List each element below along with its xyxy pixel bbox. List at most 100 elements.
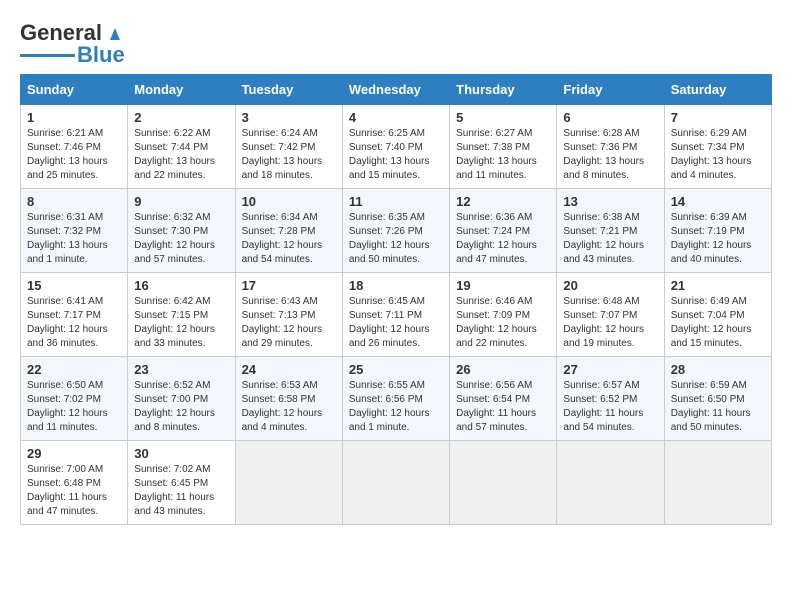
calendar-day-4: 4 Sunrise: 6:25 AM Sunset: 7:40 PM Daylig…: [342, 105, 449, 189]
calendar-day-24: 24Sunrise: 6:53 AM Sunset: 6:58 PM Dayli…: [235, 357, 342, 441]
day-info: Sunrise: 6:35 AM Sunset: 7:26 PM Dayligh…: [349, 211, 443, 267]
day-number: 27: [563, 362, 657, 377]
day-info: Sunrise: 6:57 AM Sunset: 6:52 PM Dayligh…: [563, 379, 657, 435]
logo-blue: Blue: [77, 42, 125, 68]
day-info: Sunrise: 6:27 AM Sunset: 7:38 PM Dayligh…: [456, 127, 550, 183]
day-number: 4: [349, 110, 443, 125]
weekday-header-wednesday: Wednesday: [342, 75, 449, 105]
day-number: 16: [134, 278, 228, 293]
day-info: Sunrise: 6:48 AM Sunset: 7:07 PM Dayligh…: [563, 295, 657, 351]
calendar-day-empty: [450, 441, 557, 525]
calendar-day-28: 28 Sunrise: 6:59 AM Sunset: 6:50 PM Dayli…: [664, 357, 771, 441]
day-info: Sunrise: 6:43 AM Sunset: 7:13 PM Dayligh…: [242, 295, 336, 351]
day-number: 26: [456, 362, 550, 377]
day-info: Sunrise: 7:00 AM Sunset: 6:48 PM Dayligh…: [27, 463, 121, 519]
calendar-day-21: 21 Sunrise: 6:49 AM Sunset: 7:04 PM Dayli…: [664, 273, 771, 357]
calendar-day-17: 17 Sunrise: 6:43 AM Sunset: 7:13 PM Dayli…: [235, 273, 342, 357]
day-number: 21: [671, 278, 765, 293]
calendar-day-19: 19 Sunrise: 6:46 AM Sunset: 7:09 PM Dayli…: [450, 273, 557, 357]
day-number: 22: [27, 362, 121, 377]
day-info: Sunrise: 6:53 AM Sunset: 6:58 PM Dayligh…: [242, 379, 336, 435]
day-number: 19: [456, 278, 550, 293]
calendar-day-empty: [235, 441, 342, 525]
day-info: Sunrise: 6:41 AM Sunset: 7:17 PM Dayligh…: [27, 295, 121, 351]
day-info: Sunrise: 6:38 AM Sunset: 7:21 PM Dayligh…: [563, 211, 657, 267]
day-info: Sunrise: 6:32 AM Sunset: 7:30 PM Dayligh…: [134, 211, 228, 267]
day-number: 8: [27, 194, 121, 209]
day-number: 7: [671, 110, 765, 125]
day-info: Sunrise: 6:42 AM Sunset: 7:15 PM Dayligh…: [134, 295, 228, 351]
day-info: Sunrise: 6:22 AM Sunset: 7:44 PM Dayligh…: [134, 127, 228, 183]
day-info: Sunrise: 6:55 AM Sunset: 6:56 PM Dayligh…: [349, 379, 443, 435]
calendar-day-22: 22 Sunrise: 6:50 AM Sunset: 7:02 PM Dayli…: [21, 357, 128, 441]
day-info: Sunrise: 6:25 AM Sunset: 7:40 PM Dayligh…: [349, 127, 443, 183]
day-number: 17: [242, 278, 336, 293]
calendar-day-30: 30 Sunrise: 7:02 AM Sunset: 6:45 PM Dayli…: [128, 441, 235, 525]
weekday-header-monday: Monday: [128, 75, 235, 105]
day-info: Sunrise: 7:02 AM Sunset: 6:45 PM Dayligh…: [134, 463, 228, 519]
day-number: 14: [671, 194, 765, 209]
day-number: 2: [134, 110, 228, 125]
day-info: Sunrise: 6:46 AM Sunset: 7:09 PM Dayligh…: [456, 295, 550, 351]
day-number: 28: [671, 362, 765, 377]
calendar-day-23: 23 Sunrise: 6:52 AM Sunset: 7:00 PM Dayli…: [128, 357, 235, 441]
day-number: 23: [134, 362, 228, 377]
day-info: Sunrise: 6:21 AM Sunset: 7:46 PM Dayligh…: [27, 127, 121, 183]
day-number: 5: [456, 110, 550, 125]
calendar-day-12: 12 Sunrise: 6:36 AM Sunset: 7:24 PM Dayli…: [450, 189, 557, 273]
calendar-week-4: 22 Sunrise: 6:50 AM Sunset: 7:02 PM Dayli…: [21, 357, 772, 441]
day-number: 3: [242, 110, 336, 125]
day-number: 10: [242, 194, 336, 209]
calendar-week-2: 8 Sunrise: 6:31 AM Sunset: 7:32 PM Daylig…: [21, 189, 772, 273]
day-info: Sunrise: 6:39 AM Sunset: 7:19 PM Dayligh…: [671, 211, 765, 267]
calendar-day-7: 7 Sunrise: 6:29 AM Sunset: 7:34 PM Daylig…: [664, 105, 771, 189]
calendar-day-20: 20Sunrise: 6:48 AM Sunset: 7:07 PM Dayli…: [557, 273, 664, 357]
day-number: 30: [134, 446, 228, 461]
weekday-header-saturday: Saturday: [664, 75, 771, 105]
day-number: 25: [349, 362, 443, 377]
calendar-day-6: 6 Sunrise: 6:28 AM Sunset: 7:36 PM Daylig…: [557, 105, 664, 189]
day-info: Sunrise: 6:36 AM Sunset: 7:24 PM Dayligh…: [456, 211, 550, 267]
day-info: Sunrise: 6:24 AM Sunset: 7:42 PM Dayligh…: [242, 127, 336, 183]
calendar-day-empty: [557, 441, 664, 525]
day-number: 29: [27, 446, 121, 461]
logo-icon: [104, 22, 126, 44]
day-info: Sunrise: 6:50 AM Sunset: 7:02 PM Dayligh…: [27, 379, 121, 435]
calendar-week-5: 29 Sunrise: 7:00 AM Sunset: 6:48 PM Dayli…: [21, 441, 772, 525]
day-number: 15: [27, 278, 121, 293]
calendar-week-3: 15 Sunrise: 6:41 AM Sunset: 7:17 PM Dayli…: [21, 273, 772, 357]
calendar-day-8: 8 Sunrise: 6:31 AM Sunset: 7:32 PM Daylig…: [21, 189, 128, 273]
calendar-day-10: 10 Sunrise: 6:34 AM Sunset: 7:28 PM Dayli…: [235, 189, 342, 273]
day-number: 6: [563, 110, 657, 125]
day-number: 13: [563, 194, 657, 209]
calendar-day-13: 13 Sunrise: 6:38 AM Sunset: 7:21 PM Dayli…: [557, 189, 664, 273]
day-number: 12: [456, 194, 550, 209]
header: General Blue: [20, 20, 772, 68]
calendar-day-15: 15 Sunrise: 6:41 AM Sunset: 7:17 PM Dayli…: [21, 273, 128, 357]
calendar-day-29: 29 Sunrise: 7:00 AM Sunset: 6:48 PM Dayli…: [21, 441, 128, 525]
calendar-day-2: 2 Sunrise: 6:22 AM Sunset: 7:44 PM Daylig…: [128, 105, 235, 189]
calendar-day-16: 16 Sunrise: 6:42 AM Sunset: 7:15 PM Dayli…: [128, 273, 235, 357]
day-info: Sunrise: 6:29 AM Sunset: 7:34 PM Dayligh…: [671, 127, 765, 183]
calendar-day-1: 1Sunrise: 6:21 AM Sunset: 7:46 PM Daylig…: [21, 105, 128, 189]
day-number: 9: [134, 194, 228, 209]
day-info: Sunrise: 6:59 AM Sunset: 6:50 PM Dayligh…: [671, 379, 765, 435]
day-info: Sunrise: 6:45 AM Sunset: 7:11 PM Dayligh…: [349, 295, 443, 351]
calendar-week-1: 1Sunrise: 6:21 AM Sunset: 7:46 PM Daylig…: [21, 105, 772, 189]
day-info: Sunrise: 6:49 AM Sunset: 7:04 PM Dayligh…: [671, 295, 765, 351]
calendar-day-empty: [664, 441, 771, 525]
calendar-day-11: 11 Sunrise: 6:35 AM Sunset: 7:26 PM Dayli…: [342, 189, 449, 273]
day-info: Sunrise: 6:52 AM Sunset: 7:00 PM Dayligh…: [134, 379, 228, 435]
day-number: 11: [349, 194, 443, 209]
day-info: Sunrise: 6:28 AM Sunset: 7:36 PM Dayligh…: [563, 127, 657, 183]
weekday-header-thursday: Thursday: [450, 75, 557, 105]
weekday-header-sunday: Sunday: [21, 75, 128, 105]
day-number: 18: [349, 278, 443, 293]
calendar-day-25: 25 Sunrise: 6:55 AM Sunset: 6:56 PM Dayli…: [342, 357, 449, 441]
day-info: Sunrise: 6:56 AM Sunset: 6:54 PM Dayligh…: [456, 379, 550, 435]
day-info: Sunrise: 6:34 AM Sunset: 7:28 PM Dayligh…: [242, 211, 336, 267]
calendar-day-9: 9 Sunrise: 6:32 AM Sunset: 7:30 PM Daylig…: [128, 189, 235, 273]
day-info: Sunrise: 6:31 AM Sunset: 7:32 PM Dayligh…: [27, 211, 121, 267]
calendar-day-27: 27 Sunrise: 6:57 AM Sunset: 6:52 PM Dayli…: [557, 357, 664, 441]
calendar-day-5: 5 Sunrise: 6:27 AM Sunset: 7:38 PM Daylig…: [450, 105, 557, 189]
